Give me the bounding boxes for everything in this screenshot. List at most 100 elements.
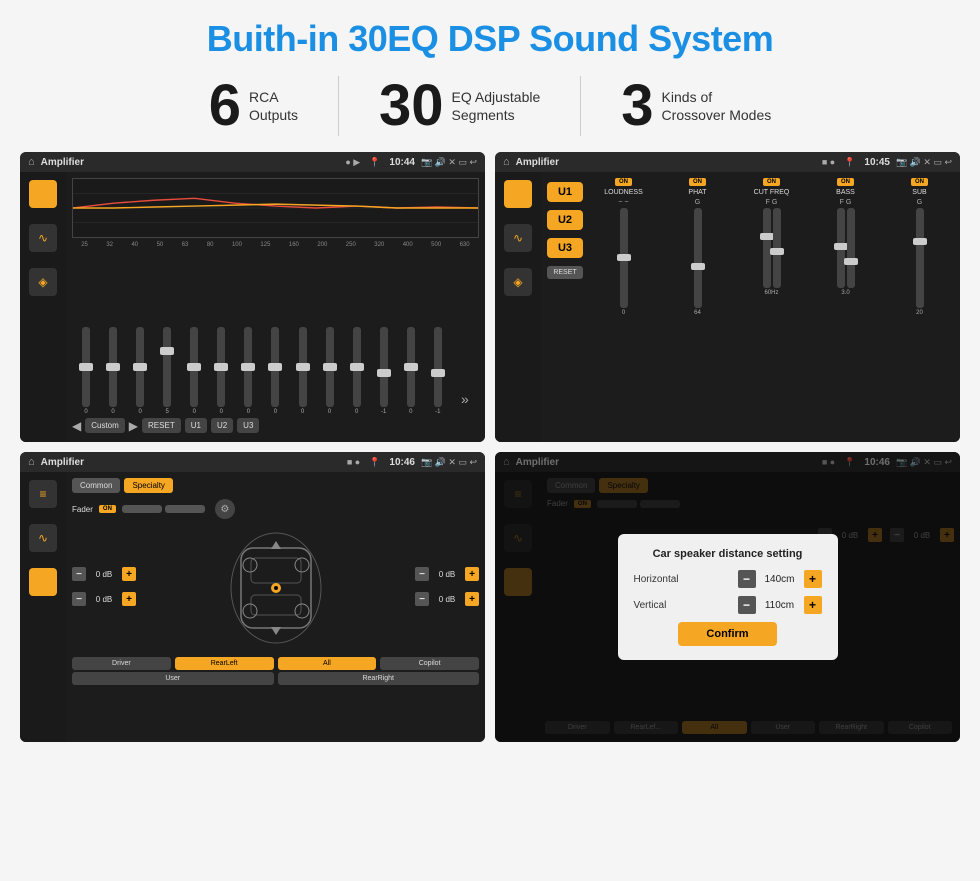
vertical-minus-btn[interactable]: −	[738, 596, 756, 614]
rl-minus-btn[interactable]: −	[72, 592, 86, 606]
all-btn[interactable]: All	[278, 657, 377, 670]
left-panel-3: ≡ ∿ ◈	[20, 472, 66, 742]
screens-grid: ⌂ Amplifier ● ▶ 📍 10:44 📷 🔊 ✕ ▭ ↩ ≡ ∿ ◈	[20, 152, 960, 742]
eq-slider-6[interactable]: 0	[236, 327, 260, 415]
fader-bar-2[interactable]	[165, 505, 205, 513]
cutfreq-val: 60Hz	[764, 290, 778, 296]
eq-slider-10[interactable]: 0	[345, 327, 369, 415]
bottom-buttons-fader-2: User RearRight	[72, 672, 479, 685]
status-icons-right-2: 📷 🔊 ✕ ▭ ↩	[896, 157, 952, 168]
screen3-content: ≡ ∿ ◈ Common Specialty Fader ON	[20, 472, 485, 742]
page-wrapper: Buith-in 30EQ DSP Sound System 6 RCA Out…	[0, 0, 980, 881]
rr-plus-btn[interactable]: +	[465, 592, 479, 606]
eq-slider-5[interactable]: 0	[209, 327, 233, 415]
confirm-button[interactable]: Confirm	[678, 622, 776, 646]
fl-db-value: 0 dB	[90, 570, 118, 579]
stats-row: 6 RCA Outputs 30 EQ Adjustable Segments …	[20, 76, 960, 136]
status-bar-3: ⌂ Amplifier ■ ● 📍 10:46 📷 🔊 ✕ ▭ ↩	[20, 452, 485, 472]
sub-on[interactable]: ON	[911, 178, 928, 186]
phat-on[interactable]: ON	[689, 178, 706, 186]
db-row-rear-left: − 0 dB +	[72, 592, 136, 606]
channel-controls: ON LOUDNESS ~~ 0 ON PHAT G	[589, 178, 954, 436]
copilot-btn[interactable]: Copilot	[380, 657, 479, 670]
waveform-icon[interactable]: ∿	[29, 224, 57, 252]
cutfreq-slider-g[interactable]	[773, 208, 781, 288]
u3-btn-eq[interactable]: U3	[237, 418, 259, 433]
bass-slider-f[interactable]	[837, 208, 845, 288]
reset-btn-crossover[interactable]: RESET	[547, 266, 583, 279]
eq-slider-9[interactable]: 0	[318, 327, 342, 415]
right-db-controls: − 0 dB + − 0 dB +	[415, 567, 479, 609]
reset-btn-eq[interactable]: RESET	[142, 418, 181, 433]
fader-tabs: Common Specialty	[72, 478, 479, 493]
waveform-icon-2[interactable]: ∿	[504, 224, 532, 252]
eq-slider-11[interactable]: -1	[372, 327, 396, 415]
waveform-icon-3[interactable]: ∿	[29, 524, 57, 552]
settings-icon[interactable]: ⚙	[215, 499, 235, 519]
bass-on[interactable]: ON	[837, 178, 854, 186]
custom-btn[interactable]: Custom	[85, 418, 125, 433]
speaker-icon-2[interactable]: ◈	[504, 268, 532, 296]
eq-slider-12[interactable]: 0	[399, 327, 423, 415]
eq-slider-1[interactable]: 0	[101, 327, 125, 415]
prev-arrow-icon[interactable]: ◀	[72, 419, 81, 433]
eq-icon-3[interactable]: ≡	[29, 480, 57, 508]
driver-btn[interactable]: Driver	[72, 657, 171, 670]
bass-slider-g[interactable]	[847, 208, 855, 288]
vertical-plus-btn[interactable]: +	[804, 596, 822, 614]
rr-minus-btn[interactable]: −	[415, 592, 429, 606]
horizontal-minus-btn[interactable]: −	[738, 570, 756, 588]
sub-slider[interactable]	[916, 208, 924, 308]
fl-minus-btn[interactable]: −	[72, 567, 86, 581]
stat-item-crossover: 3 Kinds of Crossover Modes	[581, 77, 811, 135]
horizontal-plus-btn[interactable]: +	[804, 570, 822, 588]
fader-main: Common Specialty Fader ON ⚙	[66, 472, 485, 742]
loudness-label: LOUDNESS	[604, 189, 643, 196]
u2-btn-eq[interactable]: U2	[211, 418, 233, 433]
eq-slider-2[interactable]: 0	[128, 327, 152, 415]
u1-btn-eq[interactable]: U1	[185, 418, 207, 433]
pin-icon-2: 📍	[844, 157, 855, 168]
fader-on-toggle[interactable]: ON	[99, 505, 116, 513]
eq-slider-7[interactable]: 0	[263, 327, 287, 415]
user-btn[interactable]: User	[72, 672, 274, 685]
eq-slider-0[interactable]: 0	[74, 327, 98, 415]
fl-plus-btn[interactable]: +	[122, 567, 136, 581]
eq-freq-labels: 2532405063 80100125160200 25032040050063…	[72, 242, 479, 248]
eq-slider-expand[interactable]: »	[453, 391, 477, 415]
specialty-tab[interactable]: Specialty	[124, 478, 172, 493]
eq-icon-2[interactable]: ≡	[504, 180, 532, 208]
u1-button[interactable]: U1	[547, 182, 583, 202]
eq-slider-8[interactable]: 0	[291, 327, 315, 415]
bottom-buttons-fader: Driver RearLeft All Copilot	[72, 657, 479, 670]
speaker-icon[interactable]: ◈	[29, 268, 57, 296]
speaker-icon-3[interactable]: ◈	[29, 568, 57, 596]
eq-slider-4[interactable]: 0	[182, 327, 206, 415]
rear-left-btn[interactable]: RearLeft	[175, 657, 274, 670]
app-name-3: Amplifier	[41, 457, 341, 468]
fader-bar-1[interactable]	[122, 505, 162, 513]
stat-number-eq: 30	[379, 77, 444, 135]
u2-button[interactable]: U2	[547, 210, 583, 230]
eq-screen: ⌂ Amplifier ● ▶ 📍 10:44 📷 🔊 ✕ ▭ ↩ ≡ ∿ ◈	[20, 152, 485, 442]
common-tab[interactable]: Common	[72, 478, 120, 493]
horizontal-label: Horizontal	[634, 574, 679, 585]
rl-plus-btn[interactable]: +	[122, 592, 136, 606]
app-name-2: Amplifier	[516, 157, 816, 168]
fr-plus-btn[interactable]: +	[465, 567, 479, 581]
eq-slider-3[interactable]: 5	[155, 327, 179, 415]
status-icons-right-1: 📷 🔊 ✕ ▭ ↩	[421, 157, 477, 168]
rear-right-btn[interactable]: RearRight	[278, 672, 480, 685]
stat-text-eq: EQ Adjustable Segments	[452, 88, 541, 124]
fr-minus-btn[interactable]: −	[415, 567, 429, 581]
loudness-on[interactable]: ON	[615, 178, 632, 186]
eq-slider-13[interactable]: -1	[426, 327, 450, 415]
cutfreq-label: CUT FREQ	[754, 189, 790, 196]
loudness-slider[interactable]	[620, 208, 628, 308]
eq-icon[interactable]: ≡	[29, 180, 57, 208]
cutfreq-on[interactable]: ON	[763, 178, 780, 186]
u3-button[interactable]: U3	[547, 238, 583, 258]
dialog-horizontal-row: Horizontal − 140cm +	[634, 570, 822, 588]
phat-slider[interactable]	[694, 208, 702, 308]
next-arrow-icon[interactable]: ▶	[129, 419, 138, 433]
